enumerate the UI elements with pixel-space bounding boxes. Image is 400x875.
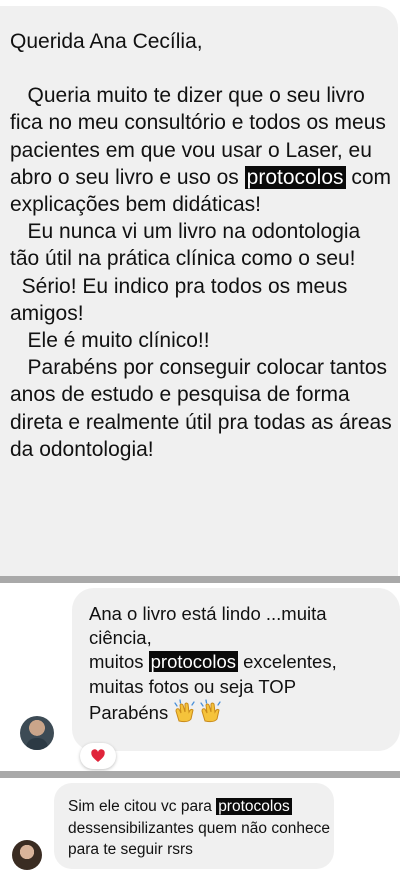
- chat-section-2: Ana o livro está lindo ...muita ciência,…: [0, 583, 400, 771]
- chat-section-1: Querida Ana Cecília, Queria muito te diz…: [0, 0, 400, 576]
- message-1-text: Querida Ana Cecília, Queria muito te diz…: [10, 28, 395, 463]
- message-1-paragraph-4: Ele é muito clínico!!: [10, 329, 210, 353]
- clapping-hands-icon: [200, 699, 221, 722]
- section-divider: [0, 771, 400, 778]
- message-2-line3-text: Parabéns: [89, 701, 174, 723]
- reaction-badge[interactable]: [80, 743, 116, 769]
- highlighted-word: protocolos: [216, 798, 292, 815]
- highlighted-word: protocolos: [148, 651, 238, 673]
- message-2-line2-start: muitos: [89, 651, 149, 673]
- clapping-hands-icon: [174, 699, 195, 722]
- chat-section-3: Sim ele citou vc para protocolos dessens…: [0, 778, 400, 875]
- message-1-greeting: Querida Ana Cecília,: [10, 30, 203, 53]
- message-bubble-2[interactable]: Ana o livro está lindo ...muita ciência,…: [72, 588, 400, 751]
- avatar[interactable]: [12, 840, 42, 870]
- message-2-line-3: Parabéns: [89, 699, 389, 725]
- message-1-paragraph-2: Eu nunca vi um livro na odontologia tão …: [10, 220, 367, 271]
- message-bubble-1[interactable]: Querida Ana Cecília, Queria muito te diz…: [0, 6, 398, 576]
- message-3-body: Sim ele citou vc para protocolos dessens…: [68, 796, 330, 861]
- avatar[interactable]: [20, 716, 54, 750]
- highlighted-word: protocolos: [244, 165, 346, 189]
- message-3-text: Sim ele citou vc para protocolos dessens…: [68, 796, 330, 861]
- message-2-text: Ana o livro está lindo ...muita ciência,…: [89, 602, 389, 725]
- message-2-line-2: muitos protocolos excelentes, muitas fot…: [89, 650, 389, 698]
- message-1-paragraph-3: Sério! Eu indico pra todos os meus amigo…: [10, 274, 354, 325]
- message-bubble-3[interactable]: Sim ele citou vc para protocolos dessens…: [54, 783, 334, 869]
- message-3-start: Sim ele citou vc para: [68, 798, 217, 815]
- section-divider: [0, 576, 400, 583]
- message-2-line-1: Ana o livro está lindo ...muita ciência,: [89, 603, 327, 649]
- message-1-paragraph-5: Parabéns por conseguir colocar tantos an…: [10, 356, 398, 461]
- heart-icon: [91, 749, 105, 762]
- message-1-paragraph-1: Queria muito te dizer que o seu livro fi…: [10, 82, 395, 218]
- message-3-end: dessensibilizantes quem não conhece para…: [68, 819, 330, 859]
